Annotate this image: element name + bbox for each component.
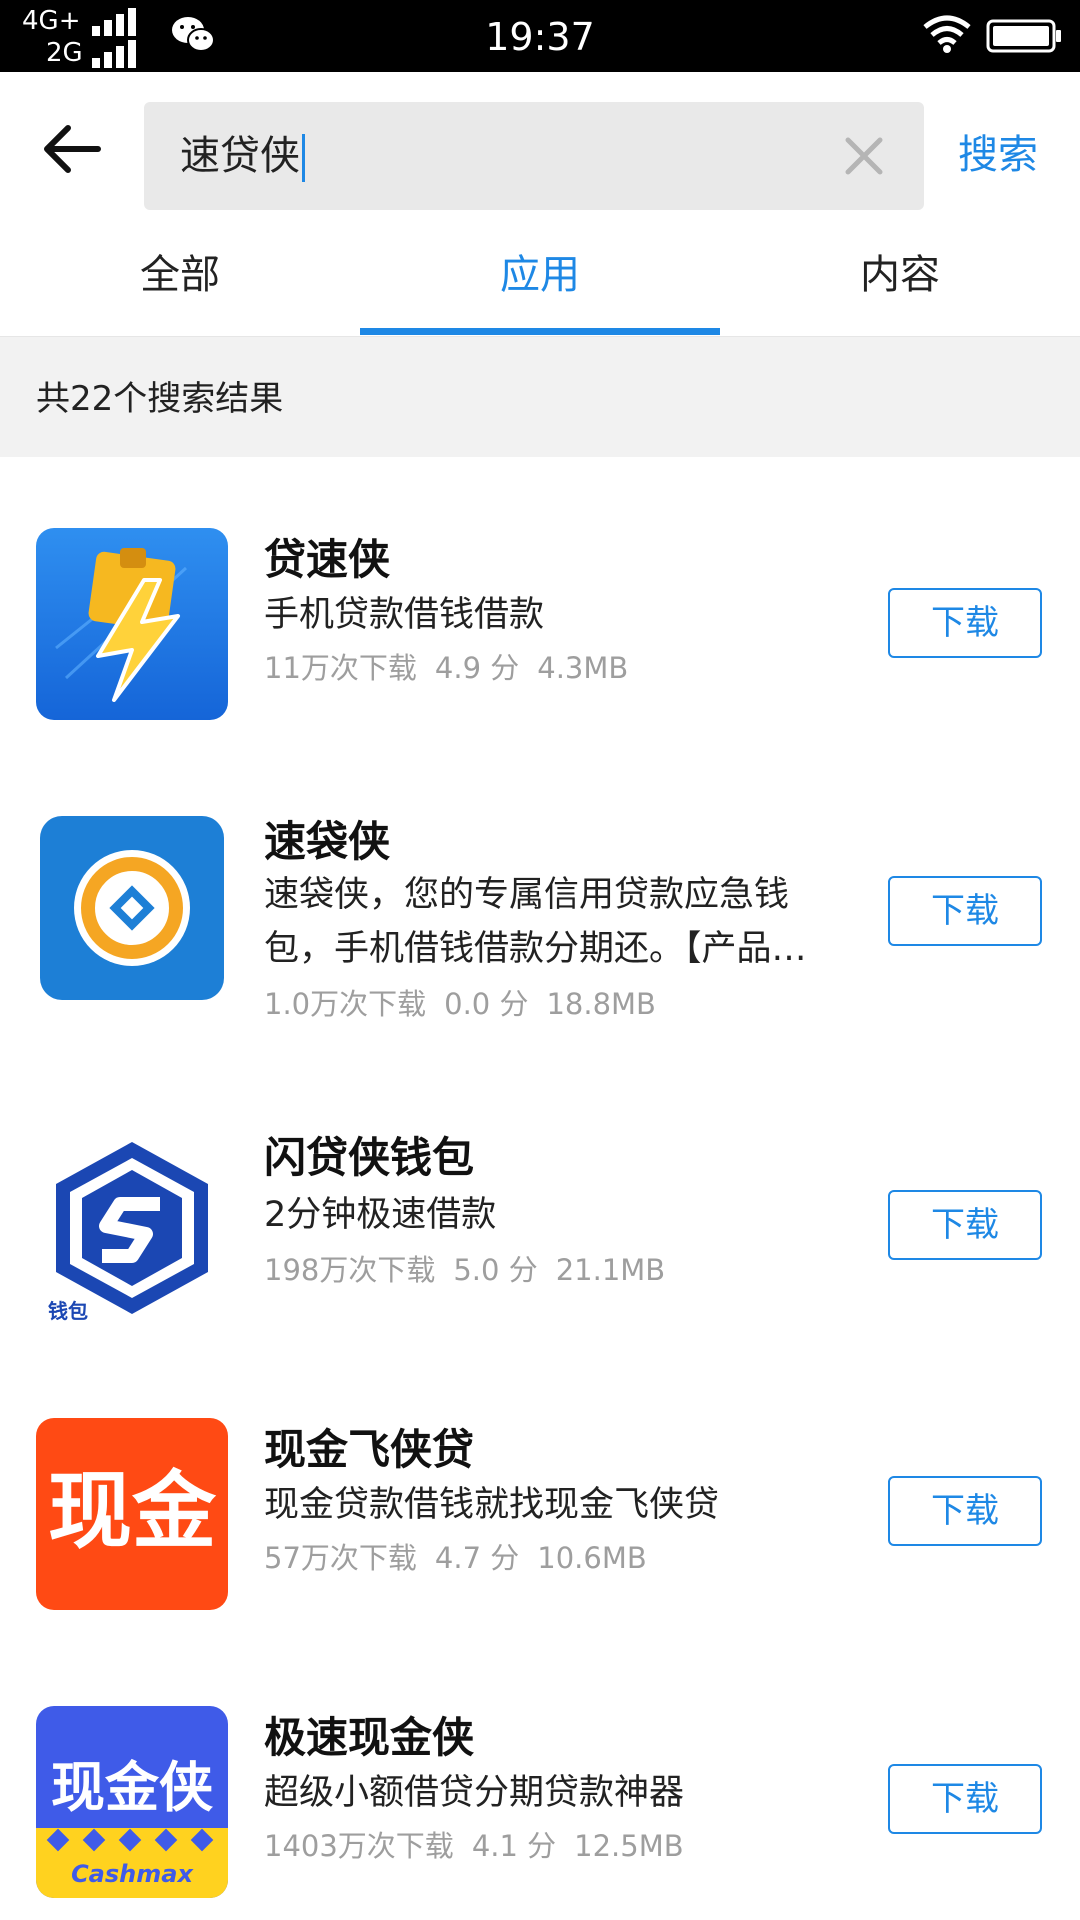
app-meta: 1403万次下载 4.1 分 12.5MB bbox=[264, 1826, 702, 1866]
cashmax-icon: 现金侠 Cashmax bbox=[36, 1706, 228, 1898]
app-description: 速袋侠，您的专属信用贷款应急钱包，手机借钱借款分期还。【产品… bbox=[264, 875, 807, 969]
download-count: 57万次下载 bbox=[264, 1541, 417, 1575]
download-button[interactable]: 下载 bbox=[888, 1190, 1042, 1260]
wifi-icon bbox=[923, 15, 971, 53]
file-size: 10.6MB bbox=[537, 1541, 647, 1575]
app-name: 极速现金侠 bbox=[264, 1713, 475, 1762]
app-meta: 1.0万次下载 0.0 分 18.8MB bbox=[264, 984, 674, 1024]
coin-circle-icon bbox=[40, 816, 224, 1000]
app-name: 贷速侠 bbox=[264, 535, 391, 584]
back-arrow-icon[interactable] bbox=[36, 114, 106, 184]
app-description: 超级小额借贷分期贷款神器 bbox=[264, 1773, 685, 1813]
tab-apps[interactable]: 应用 bbox=[360, 250, 720, 300]
search-input[interactable]: 速贷侠 bbox=[144, 102, 924, 210]
tab-content[interactable]: 内容 bbox=[720, 250, 1080, 300]
results-count: 共22个搜索结果 bbox=[36, 379, 284, 419]
rating: 4.7 分 bbox=[434, 1541, 520, 1575]
app-meta: 11万次下载 4.9 分 4.3MB bbox=[264, 648, 646, 688]
file-size: 12.5MB bbox=[574, 1829, 684, 1863]
hexagon-s-icon: 钱包 bbox=[36, 1132, 228, 1324]
tab-bar: 全部 应用 内容 bbox=[0, 222, 1080, 337]
file-size: 21.1MB bbox=[555, 1253, 666, 1287]
app-name: 速袋侠 bbox=[264, 817, 391, 866]
status-bar: 4G+ 2G 19:37 bbox=[0, 0, 1080, 72]
lightning-wallet-icon bbox=[36, 528, 228, 720]
app-name: 现金飞侠贷 bbox=[264, 1425, 475, 1474]
active-tab-indicator bbox=[360, 328, 720, 335]
rating: 4.9 分 bbox=[434, 651, 520, 685]
text-cursor bbox=[302, 134, 305, 182]
rating: 5.0 分 bbox=[453, 1253, 538, 1287]
file-size: 18.8MB bbox=[546, 987, 656, 1021]
app-meta: 57万次下载 4.7 分 10.6MB bbox=[264, 1538, 665, 1578]
search-header: 速贷侠 搜索 bbox=[0, 72, 1080, 222]
download-count: 11万次下载 bbox=[264, 651, 417, 685]
app-meta: 198万次下载 5.0 分 21.1MB bbox=[264, 1250, 683, 1290]
battery-icon bbox=[986, 19, 1061, 53]
download-count: 1403万次下载 bbox=[264, 1829, 454, 1863]
xianjin-text-icon: 现金 bbox=[36, 1418, 228, 1610]
icon-label: 现金 bbox=[48, 1462, 217, 1560]
app-description: 2分钟极速借款 bbox=[264, 1195, 497, 1235]
download-button[interactable]: 下载 bbox=[888, 1476, 1042, 1546]
app-description: 现金贷款借钱就找现金飞侠贷 bbox=[264, 1485, 720, 1525]
app-name: 闪贷侠钱包 bbox=[264, 1133, 475, 1182]
icon-label: 钱包 bbox=[48, 1299, 88, 1323]
rating: 4.1 分 bbox=[471, 1829, 557, 1863]
icon-sublabel: Cashmax bbox=[71, 1860, 194, 1888]
app-description: 手机贷款借钱借款 bbox=[264, 595, 545, 635]
download-count: 1.0万次下载 bbox=[264, 987, 427, 1021]
download-button[interactable]: 下载 bbox=[888, 876, 1042, 946]
tab-all[interactable]: 全部 bbox=[0, 250, 360, 300]
icon-label: 现金侠 bbox=[51, 1756, 213, 1819]
clear-icon[interactable] bbox=[840, 132, 888, 180]
clock: 19:37 bbox=[485, 15, 595, 59]
results-header: 共22个搜索结果 bbox=[0, 337, 1080, 457]
download-button[interactable]: 下载 bbox=[888, 588, 1042, 658]
file-size: 4.3MB bbox=[537, 651, 629, 685]
download-button[interactable]: 下载 bbox=[888, 1764, 1042, 1834]
download-count: 198万次下载 bbox=[264, 1253, 436, 1287]
search-button[interactable]: 搜索 bbox=[958, 130, 1038, 180]
search-query-text: 速贷侠 bbox=[180, 130, 305, 182]
rating: 0.0 分 bbox=[444, 987, 529, 1021]
